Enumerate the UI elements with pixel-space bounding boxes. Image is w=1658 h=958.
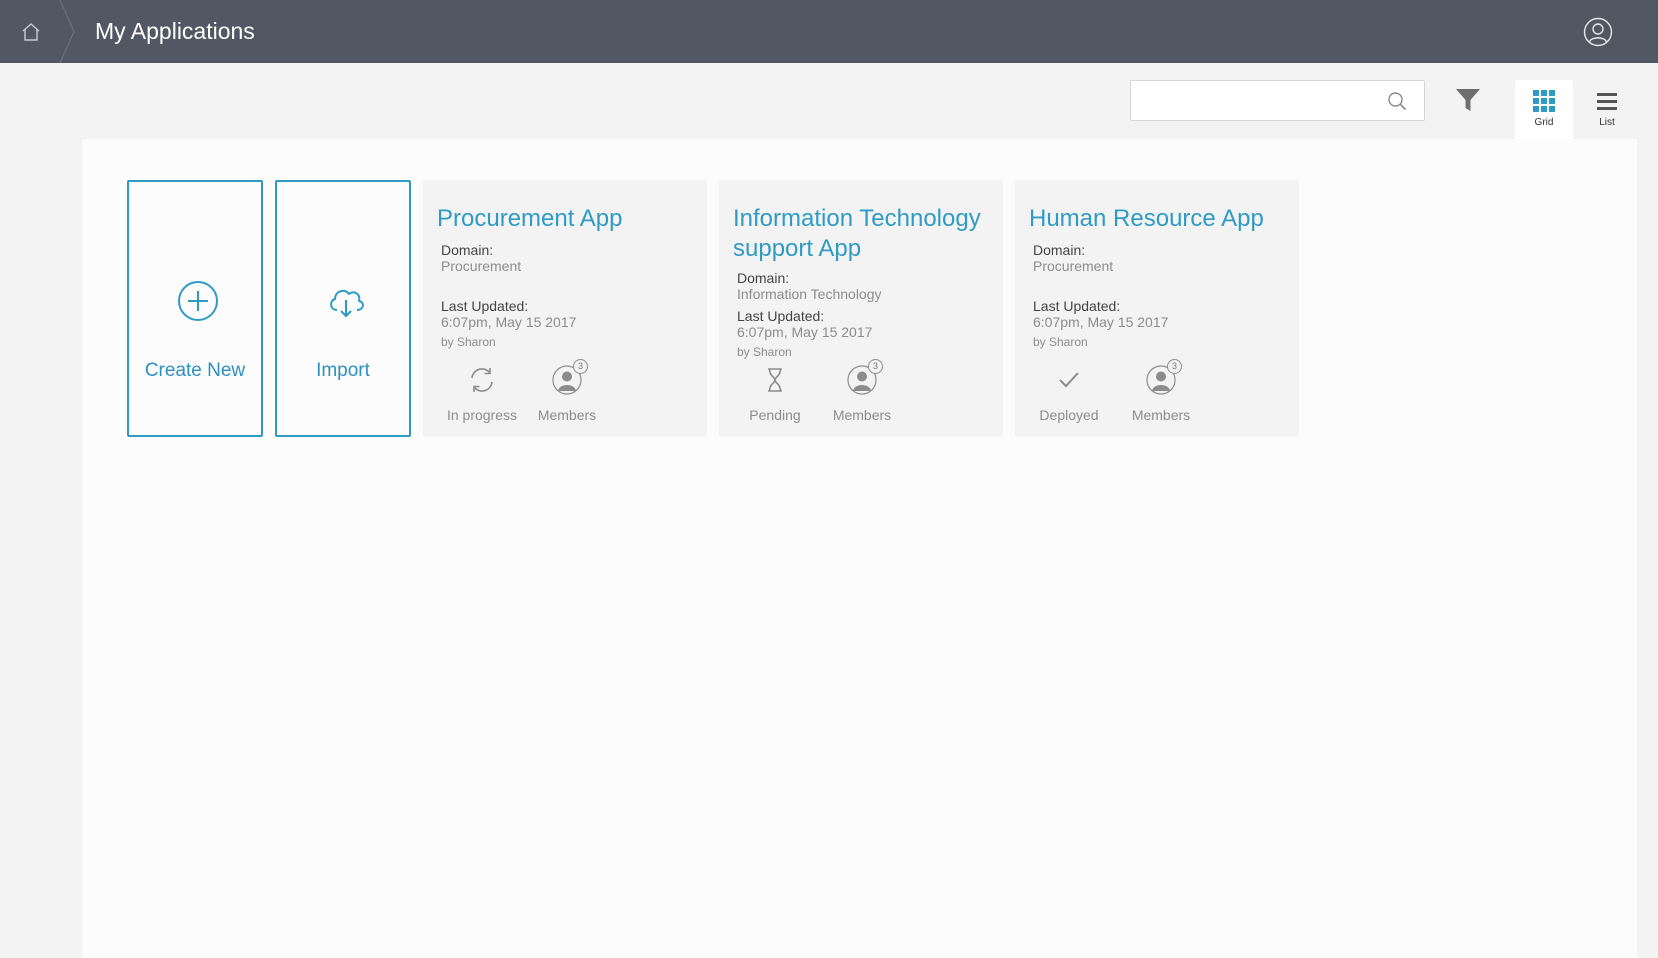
- status-indicator: Deployed: [1024, 365, 1114, 425]
- home-icon: [22, 22, 40, 41]
- status-indicator: Pending: [730, 365, 820, 425]
- card-title[interactable]: Information Technology support App: [733, 204, 997, 264]
- status-indicator: In progress: [437, 365, 527, 425]
- members-label: Members: [1131, 407, 1191, 423]
- domain-label: Domain:: [1033, 242, 1086, 258]
- last-updated-label: Last Updated:: [737, 308, 825, 324]
- search-box: [1130, 80, 1425, 121]
- updated-by: by Sharon: [441, 335, 496, 349]
- domain-label: Domain:: [441, 242, 494, 258]
- members-indicator[interactable]: 3 Members: [1116, 359, 1206, 425]
- domain-value: Procurement: [441, 258, 522, 274]
- breadcrumb-separator: [59, 0, 75, 63]
- app-card-procurement[interactable]: Procurement App Domain: Procurement Last…: [423, 180, 707, 437]
- grid-icon: [1533, 90, 1555, 112]
- card-title[interactable]: Procurement App: [437, 204, 701, 234]
- status-label: Pending: [749, 407, 801, 423]
- last-updated-label: Last Updated:: [441, 298, 529, 314]
- view-list-label: List: [1599, 117, 1615, 128]
- search-input[interactable]: [1131, 81, 1371, 120]
- domain-value: Information Technology: [737, 286, 882, 302]
- home-button[interactable]: [0, 0, 62, 63]
- import-button[interactable]: Import: [275, 180, 411, 437]
- check-icon: [1059, 372, 1079, 388]
- domain-label: Domain:: [737, 270, 790, 286]
- last-updated-value: 6:07pm, May 15 2017: [737, 324, 873, 340]
- search-icon[interactable]: [1387, 91, 1407, 111]
- last-updated-value: 6:07pm, May 15 2017: [1033, 314, 1169, 330]
- create-new-button[interactable]: Create New: [127, 180, 263, 437]
- members-label: Members: [537, 407, 597, 423]
- card-title[interactable]: Human Resource App: [1029, 204, 1293, 234]
- members-count-badge: 3: [573, 359, 588, 374]
- app-card-information-technology[interactable]: Information Technology support App Domai…: [719, 180, 1003, 437]
- status-label: Deployed: [1039, 407, 1099, 423]
- updated-by: by Sharon: [737, 345, 792, 359]
- members-count-badge: 3: [1167, 359, 1182, 374]
- status-label: In progress: [446, 407, 518, 423]
- last-updated-label: Last Updated:: [1033, 298, 1121, 314]
- plus-circle-icon: [178, 281, 218, 321]
- create-new-label: Create New: [144, 360, 246, 381]
- list-icon: [1597, 93, 1617, 110]
- filter-icon[interactable]: [1454, 86, 1482, 114]
- top-header-bar: My Applications: [0, 0, 1658, 63]
- applications-panel: Create New Import Procurement App Domain…: [82, 139, 1637, 958]
- sync-icon: [471, 368, 493, 392]
- import-label: Import: [316, 360, 370, 381]
- members-indicator[interactable]: 3 Members: [522, 359, 612, 425]
- hourglass-icon: [768, 368, 782, 392]
- cloud-download-icon: [330, 289, 364, 318]
- updated-by: by Sharon: [1033, 335, 1088, 349]
- members-indicator[interactable]: 3 Members: [817, 359, 907, 425]
- view-grid-label: Grid: [1534, 117, 1554, 128]
- user-icon[interactable]: [1583, 17, 1613, 47]
- domain-value: Procurement: [1033, 258, 1114, 274]
- page-title: My Applications: [95, 18, 255, 44]
- members-count-badge: 3: [868, 359, 883, 374]
- app-card-human-resource[interactable]: Human Resource App Domain: Procurement L…: [1015, 180, 1299, 437]
- members-label: Members: [832, 407, 892, 423]
- last-updated-value: 6:07pm, May 15 2017: [441, 314, 577, 330]
